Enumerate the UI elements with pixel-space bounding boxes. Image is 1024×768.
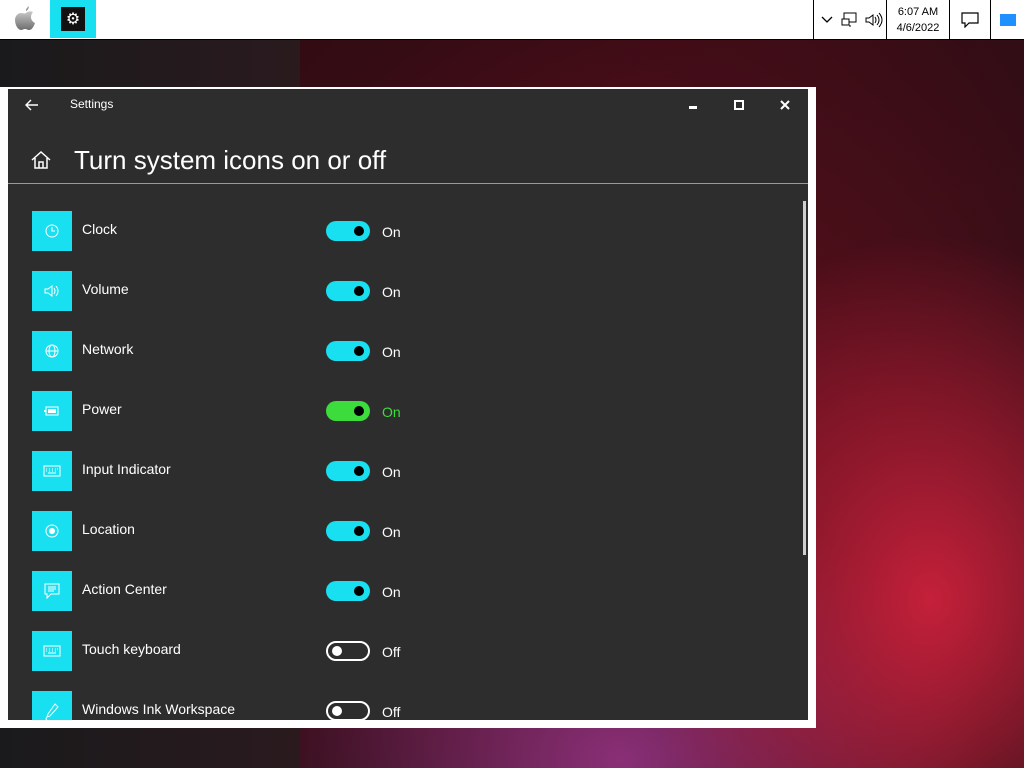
toggle-state: On (382, 284, 401, 300)
item-label: Action Center (82, 581, 167, 597)
touch-keyboard-toggle[interactable] (326, 641, 370, 661)
clock-toggle[interactable] (326, 221, 370, 241)
action-center-icon (32, 571, 72, 611)
clock-time: 6:07 AM (897, 5, 939, 18)
window-title: Settings (70, 97, 114, 111)
settings-window-content: Settings Turn system icons on or off Clo… (8, 89, 808, 720)
toggle-state: On (382, 404, 401, 420)
toggle-knob (354, 586, 364, 596)
action-center-toggle[interactable] (326, 581, 370, 601)
toggle-knob (332, 646, 342, 656)
list-item: Touch keyboard Off (8, 619, 798, 679)
close-button[interactable] (762, 89, 808, 121)
toggle-state: On (382, 524, 401, 540)
item-label: Location (82, 521, 135, 537)
show-desktop-button[interactable] (990, 0, 1024, 39)
toggle-state: On (382, 584, 401, 600)
item-label: Network (82, 341, 134, 357)
settings-window: Settings Turn system icons on or off Clo… (0, 87, 816, 728)
item-label: Windows Ink Workspace (82, 701, 236, 717)
list-item: Clock On (8, 199, 798, 259)
list-item: Network On (8, 319, 798, 379)
volume-tray-icon[interactable] (861, 0, 886, 39)
location-icon (32, 511, 72, 551)
list-item: Volume On (8, 259, 798, 319)
battery-icon (32, 391, 72, 431)
windows-ink-toggle[interactable] (326, 701, 370, 720)
power-toggle[interactable] (326, 401, 370, 421)
toggle-knob (354, 346, 364, 356)
settings-taskbar-button[interactable]: ⚙ (50, 0, 96, 38)
item-label: Volume (82, 281, 129, 297)
volume-toggle[interactable] (326, 281, 370, 301)
toggle-state: Off (382, 644, 401, 660)
home-icon[interactable] (30, 149, 52, 171)
clock-date: 4/6/2022 (896, 21, 940, 34)
list-item: Action Center On (8, 559, 798, 619)
toggle-knob (354, 526, 364, 536)
volume-icon (32, 271, 72, 311)
toggle-knob (354, 466, 364, 476)
item-label: Clock (82, 221, 118, 237)
list-item: Input Indicator On (8, 439, 798, 499)
pen-icon (32, 691, 72, 720)
back-arrow-icon[interactable] (18, 93, 46, 117)
toggle-knob (332, 706, 342, 716)
apple-logo-icon[interactable] (8, 4, 44, 34)
keyboard-icon (32, 631, 72, 671)
maximize-button[interactable] (716, 89, 762, 121)
globe-icon (32, 331, 72, 371)
item-label: Input Indicator (82, 461, 171, 477)
minimize-button[interactable] (670, 89, 716, 121)
notifications-icon[interactable] (949, 0, 990, 39)
clock-icon (32, 211, 72, 251)
taskbar: ⚙ 6:07 AM 4/6/2022 (0, 0, 1024, 40)
toggle-state: On (382, 344, 401, 360)
location-toggle[interactable] (326, 521, 370, 541)
list-item: Power On (8, 379, 798, 439)
toggle-knob (354, 406, 364, 416)
toggle-knob (354, 286, 364, 296)
list-item: Windows Ink Workspace Off (8, 679, 798, 720)
toggle-knob (354, 226, 364, 236)
page-header: Turn system icons on or off (8, 129, 808, 184)
toggle-state: On (382, 464, 401, 480)
taskbar-clock[interactable]: 6:07 AM 4/6/2022 (886, 0, 949, 39)
network-icon[interactable] (839, 0, 861, 39)
item-label: Power (82, 401, 122, 417)
scrollbar[interactable] (803, 201, 806, 555)
network-toggle[interactable] (326, 341, 370, 361)
keyboard-icon (32, 451, 72, 491)
title-bar: Settings (8, 89, 808, 121)
page-title: Turn system icons on or off (74, 145, 387, 175)
input-indicator-toggle[interactable] (326, 461, 370, 481)
toggle-state: Off (382, 704, 401, 720)
list-item: Location On (8, 499, 798, 559)
chevron-up-icon[interactable] (813, 0, 839, 39)
toggle-state: On (382, 224, 401, 240)
item-label: Touch keyboard (82, 641, 181, 657)
gear-icon: ⚙ (61, 7, 85, 31)
